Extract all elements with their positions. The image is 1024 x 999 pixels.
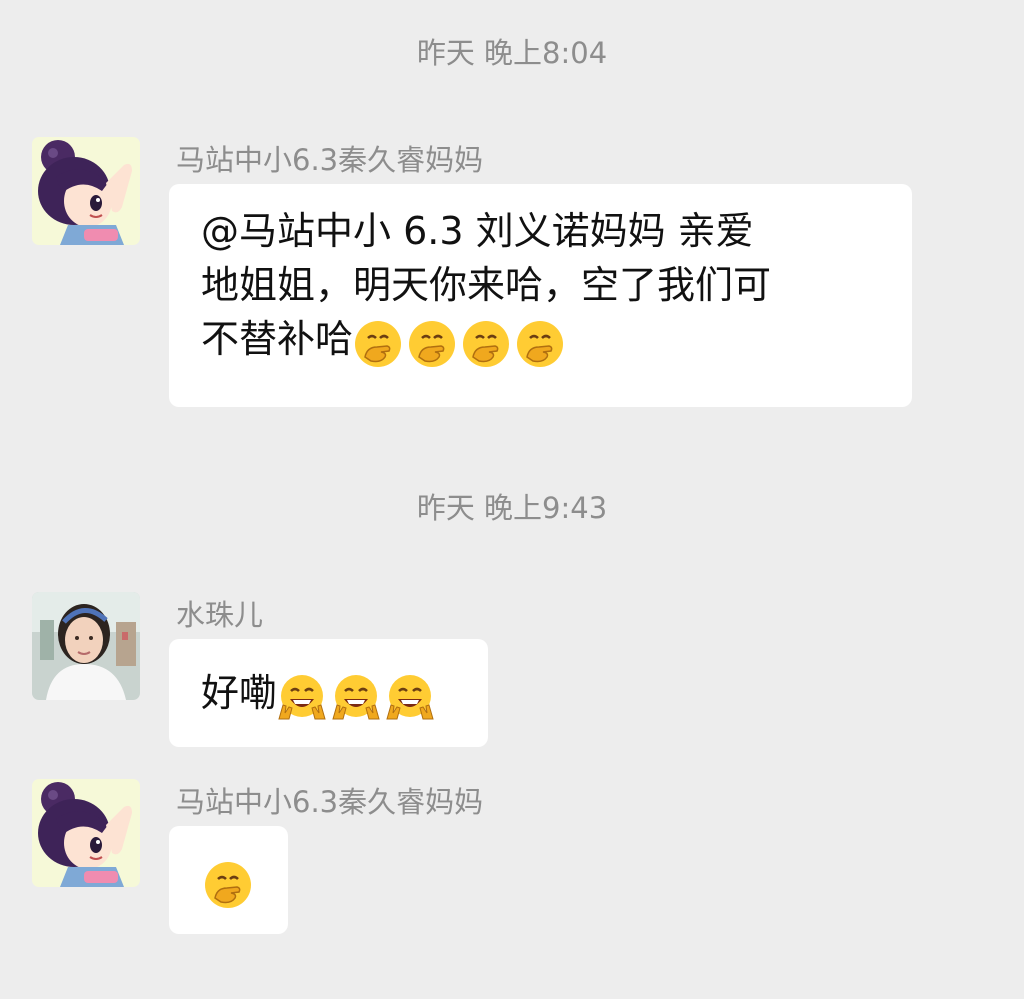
sender-name-3: 马站中小6.3秦久睿妈妈 bbox=[176, 785, 484, 819]
message-2-emoji-row bbox=[277, 668, 439, 723]
timestamp-1: 昨天 晚上8:04 bbox=[416, 36, 608, 70]
message-bubble-1[interactable]: @马站中小 6.3 刘义诺妈妈 亲爱 地姐姐，明天你来哈，空了我们可 不替补哈 bbox=[169, 184, 912, 407]
message-1-line-3-text: 不替补哈 bbox=[201, 317, 354, 361]
message-bubble-3[interactable] bbox=[169, 826, 288, 934]
cartoon-girl-avatar bbox=[32, 137, 140, 245]
hand-over-mouth-icon bbox=[203, 860, 253, 910]
timestamp-2: 昨天 晚上9:43 bbox=[416, 491, 608, 525]
avatar-sender-1[interactable] bbox=[32, 137, 140, 245]
cartoon-girl-avatar bbox=[32, 779, 140, 887]
hand-over-mouth-icon bbox=[515, 319, 565, 369]
victory-grin-icon bbox=[385, 673, 435, 723]
message-1-line-1: @马站中小 6.3 刘义诺妈妈 亲爱 bbox=[201, 209, 754, 253]
message-2-text: 好嘞 bbox=[201, 671, 278, 715]
photo-woman-avatar bbox=[32, 592, 140, 700]
victory-grin-icon bbox=[331, 673, 381, 723]
avatar-sender-3[interactable] bbox=[32, 779, 140, 887]
hand-over-mouth-icon bbox=[407, 319, 457, 369]
victory-grin-icon bbox=[277, 673, 327, 723]
sender-name-2: 水珠儿 bbox=[176, 598, 264, 632]
message-1-line-3: 不替补哈 bbox=[201, 312, 880, 369]
message-1-line-2: 地姐姐，明天你来哈，空了我们可 bbox=[201, 263, 772, 307]
message-2-line-1: 好嘞 bbox=[201, 666, 456, 723]
message-1-emoji-row bbox=[353, 314, 569, 369]
hand-over-mouth-icon bbox=[353, 319, 403, 369]
message-bubble-2[interactable]: 好嘞 bbox=[169, 639, 488, 747]
sender-name-1: 马站中小6.3秦久睿妈妈 bbox=[176, 143, 484, 177]
avatar-sender-2[interactable] bbox=[32, 592, 140, 700]
hand-over-mouth-icon bbox=[461, 319, 511, 369]
